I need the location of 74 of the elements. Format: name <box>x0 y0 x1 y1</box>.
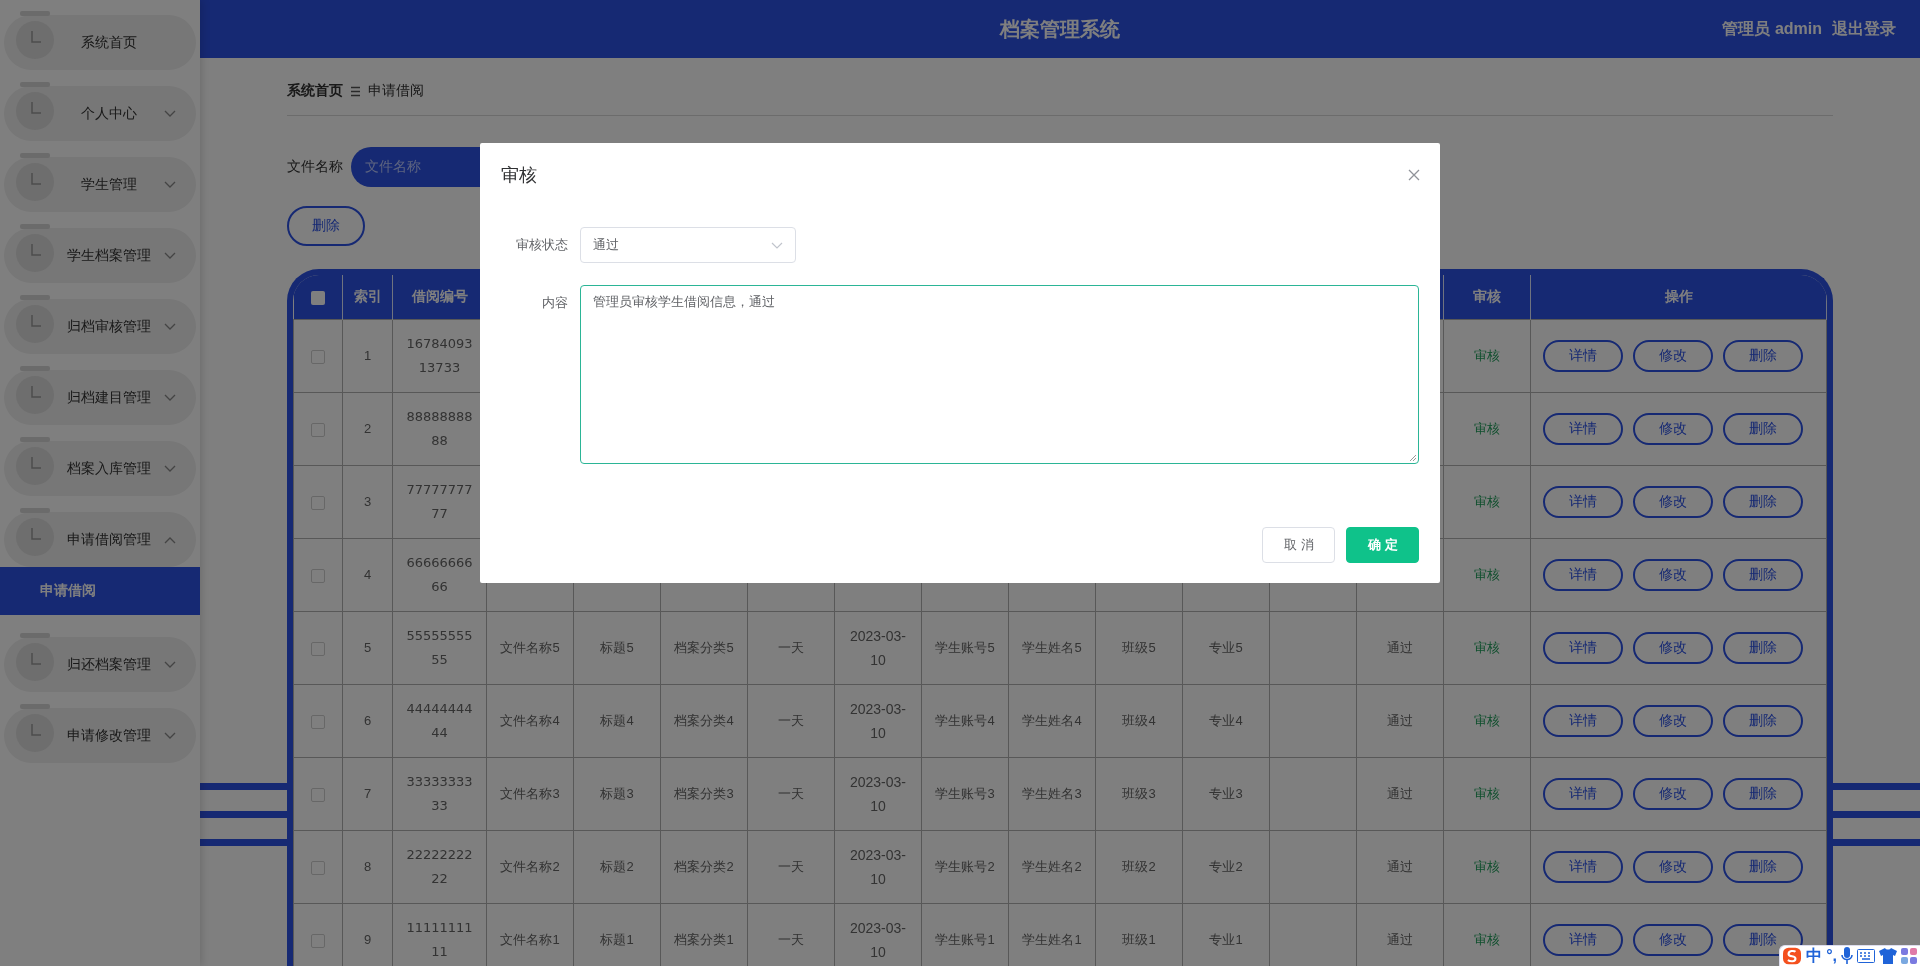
table-cell: 学生账号3 <box>935 786 995 801</box>
table-cell: 2023-03-10 <box>849 701 906 741</box>
table-cell-text: 4444444444 <box>405 700 474 742</box>
table-cell: 通过 <box>1387 932 1413 947</box>
table-cell: 档案分类1 <box>674 932 734 947</box>
table-cell: 专业3 <box>1209 786 1243 801</box>
table-cell: 学生姓名4 <box>1022 713 1082 728</box>
table-cell-text: 7777777777 <box>405 481 474 523</box>
table-cell: 7 <box>363 786 372 801</box>
table-cell: 标题2 <box>600 859 634 874</box>
table-cell: 标题4 <box>600 713 634 728</box>
table-cell: 9 <box>363 932 372 947</box>
table-cell: 通过 <box>1387 713 1413 728</box>
user-label: 管理员 admin <box>1722 18 1822 39</box>
table-cell: 文件名称4 <box>500 713 560 728</box>
table-cell: 学生账号4 <box>935 713 995 728</box>
table-cell-text: 1111111111 <box>405 919 474 961</box>
table-cell: 班级1 <box>1122 932 1156 947</box>
table-cell: 学生姓名2 <box>1022 859 1082 874</box>
table-cell: 2023-03-10 <box>849 774 906 814</box>
table-cell: 专业2 <box>1209 859 1243 874</box>
table-cell: 班级2 <box>1122 859 1156 874</box>
table-cell: 档案分类4 <box>674 713 734 728</box>
table-cell: 4 <box>363 567 372 582</box>
table-cell: 2023-03-10 <box>849 920 906 960</box>
breadcrumb-item: 申请借阅 <box>368 82 424 100</box>
table-cell: 3 <box>363 494 372 509</box>
table-cell: 2 <box>363 421 372 436</box>
field-label: 内容 <box>541 294 569 312</box>
table-cell: 文件名称5 <box>500 640 560 655</box>
field-label: 审核状态 <box>515 236 569 254</box>
table-cell: 通过 <box>1387 859 1413 874</box>
table-cell: 6 <box>363 713 372 728</box>
dialog-title: 审核 <box>501 164 537 187</box>
table-cell: 文件名称1 <box>500 932 560 947</box>
column-header: 借阅编号 <box>411 288 468 304</box>
table-cell: 学生账号1 <box>935 932 995 947</box>
search-label: 文件名称 <box>287 158 343 176</box>
column-header: 索引 <box>353 288 382 304</box>
table-cell-text: 1678409313733 <box>405 335 474 377</box>
table-cell: 班级3 <box>1122 786 1156 801</box>
table-cell: 学生姓名5 <box>1022 640 1082 655</box>
table-cell: 学生账号2 <box>935 859 995 874</box>
table-cell-text: 5555555555 <box>405 627 474 669</box>
table-cell: 通过 <box>1387 786 1413 801</box>
table-cell: 学生姓名1 <box>1022 932 1082 947</box>
table-cell: 2023-03-10 <box>849 628 906 668</box>
table-cell: 档案分类5 <box>674 640 734 655</box>
table-cell: 标题3 <box>600 786 634 801</box>
table-cell: 班级4 <box>1122 713 1156 728</box>
table-cell: 1 <box>363 348 372 363</box>
table-cell: 2023-03-10 <box>849 847 906 887</box>
table-cell: 标题5 <box>600 640 634 655</box>
table-cell: 班级5 <box>1122 640 1156 655</box>
table-cell: 标题1 <box>600 932 634 947</box>
table-cell-text: 8888888888 <box>405 408 474 450</box>
table-cell: 文件名称3 <box>500 786 560 801</box>
table-cell: 通过 <box>1387 640 1413 655</box>
app-title: 档案管理系统 <box>1000 16 1120 42</box>
table-cell: 8 <box>363 859 372 874</box>
table-cell: 档案分类2 <box>674 859 734 874</box>
column-header: 操作 <box>1664 288 1693 304</box>
table-cell: 文件名称2 <box>500 859 560 874</box>
table-cell-text: 3333333333 <box>405 773 474 815</box>
table-cell: 专业4 <box>1209 713 1243 728</box>
table-cell-text: 6666666666 <box>405 554 474 596</box>
table-cell: 专业5 <box>1209 640 1243 655</box>
table-cell: 学生账号5 <box>935 640 995 655</box>
table-cell: 学生姓名3 <box>1022 786 1082 801</box>
table-cell-text: 2222222222 <box>405 846 474 888</box>
column-header: 审核 <box>1473 288 1501 304</box>
table-cell: 档案分类3 <box>674 786 734 801</box>
table-cell: 专业1 <box>1209 932 1243 947</box>
table-cell: 5 <box>363 640 372 655</box>
